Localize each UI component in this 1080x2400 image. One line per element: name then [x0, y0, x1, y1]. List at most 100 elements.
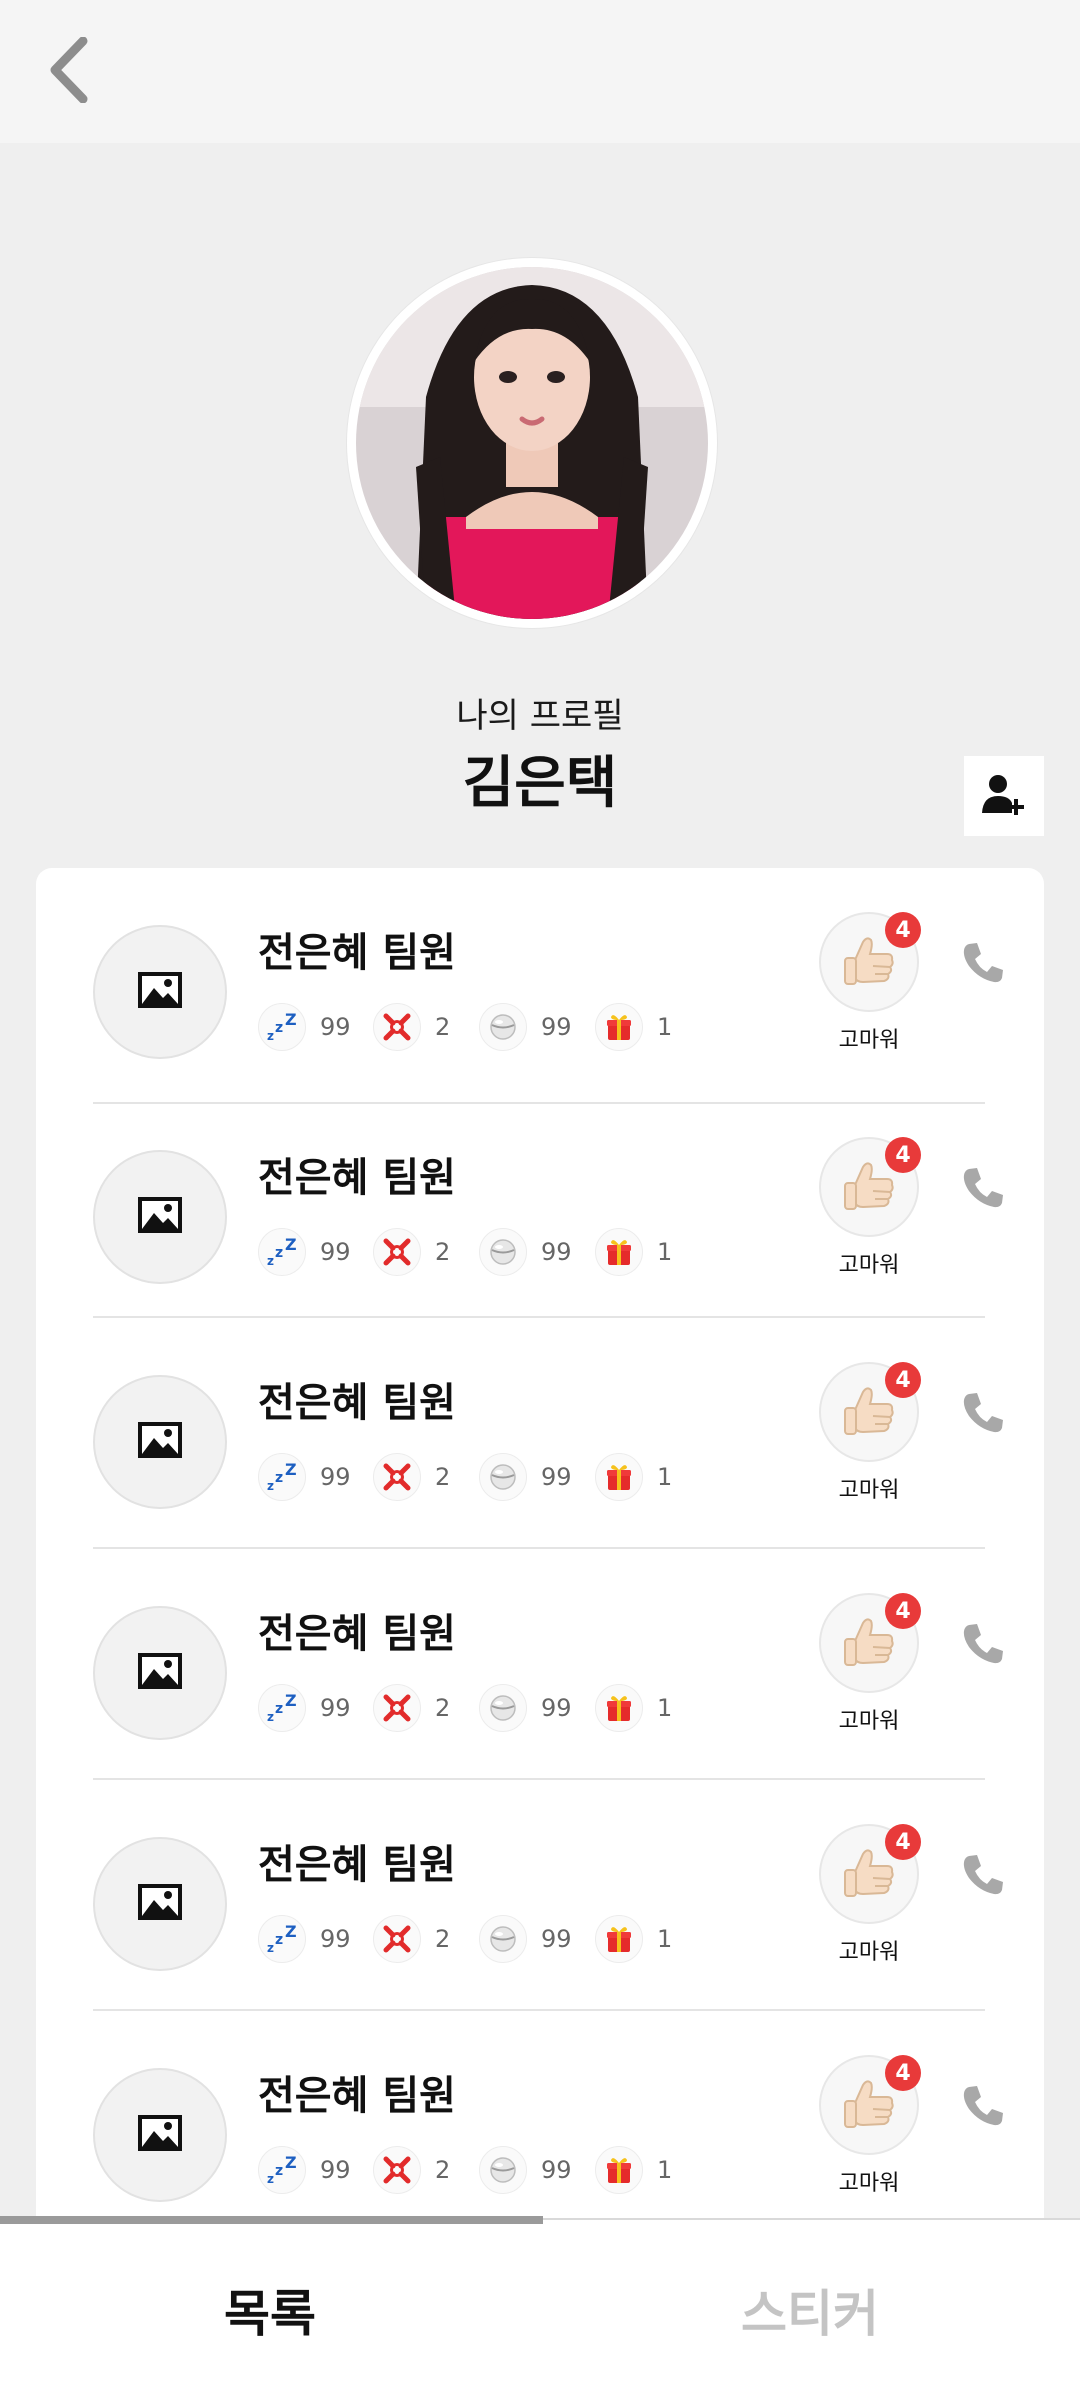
image-placeholder-icon	[137, 1196, 183, 1238]
stat-value: 2	[435, 1013, 451, 1041]
thumbs-up-icon: 4	[819, 1137, 921, 1237]
thanks-button[interactable]: 4 고마워	[819, 1593, 921, 1735]
stat-value: 99	[541, 1694, 572, 1722]
profile-avatar[interactable]	[347, 258, 717, 628]
call-button[interactable]	[953, 2077, 1013, 2137]
stat-value: 99	[541, 1013, 572, 1041]
member-row[interactable]: 전은혜 팀원 z z Z 99 2 99 1 4 고마워	[93, 1318, 1003, 1549]
tab-bar: 목록 스티커	[0, 2216, 1080, 2400]
tab-list[interactable]: 목록	[0, 2220, 540, 2400]
angry-icon	[373, 1453, 421, 1501]
member-name: 전은혜 팀원	[258, 1842, 456, 1888]
stat-value: 99	[541, 2156, 572, 2184]
svg-text:z: z	[267, 1029, 274, 1042]
member-avatar[interactable]	[93, 1837, 227, 1971]
angry-icon	[373, 1228, 421, 1276]
svg-text:Z: Z	[285, 2155, 297, 2172]
thanks-label: 고마워	[838, 1709, 900, 1734]
member-list: 전은혜 팀원 z z Z 99 2 99 1 4 고마워 전은혜 팀원 z z Z 99 2 99 1 4 고마워 전은…	[36, 868, 1044, 2220]
gift-icon	[595, 1003, 643, 1051]
chevron-left-icon	[50, 37, 88, 103]
stat-value: 99	[320, 1925, 351, 1953]
call-button[interactable]	[953, 1846, 1013, 1906]
angry-icon	[373, 1684, 421, 1732]
angry-icon	[373, 1003, 421, 1051]
member-name: 전은혜 팀원	[258, 2073, 456, 2119]
stat-sleep: z z Z 99	[258, 1452, 351, 1502]
svg-text:z: z	[267, 1710, 274, 1723]
image-placeholder-icon	[137, 2114, 183, 2156]
svg-text:Z: Z	[285, 1012, 297, 1029]
member-row[interactable]: 전은혜 팀원 z z Z 99 2 99 1 4 고마워	[93, 1780, 1003, 2011]
thanks-count-badge: 4	[885, 1824, 921, 1860]
thanks-button[interactable]: 4 고마워	[819, 1824, 921, 1966]
stat-angry: 2	[373, 1683, 450, 1733]
stat-gift: 1	[595, 1227, 672, 1277]
stat-value: 2	[435, 1925, 451, 1953]
stat-ball: 99	[479, 1227, 572, 1277]
thumbs-up-icon: 4	[819, 1362, 921, 1462]
stat-value: 1	[657, 2156, 673, 2184]
ball-icon	[479, 1915, 527, 1963]
stat-value: 1	[657, 1013, 673, 1041]
thanks-count-badge: 4	[885, 1593, 921, 1629]
stat-ball: 99	[479, 1914, 572, 1964]
member-avatar[interactable]	[93, 2068, 227, 2202]
thanks-button[interactable]: 4 고마워	[819, 912, 921, 1054]
image-placeholder-icon	[137, 1652, 183, 1694]
thumbs-up-icon: 4	[819, 1824, 921, 1924]
thumbs-up-icon: 4	[819, 1593, 921, 1693]
gift-icon	[595, 1228, 643, 1276]
stat-value: 1	[657, 1463, 673, 1491]
member-avatar[interactable]	[93, 1606, 227, 1740]
member-row[interactable]: 전은혜 팀원 z z Z 99 2 99 1 4 고마워	[93, 1549, 1003, 1780]
sleep-icon: zzZ	[258, 2146, 306, 2194]
stat-value: 99	[320, 2156, 351, 2184]
stat-value: 2	[435, 1238, 451, 1266]
phone-icon	[960, 939, 1006, 989]
stat-sleep: z z Z 99	[258, 2145, 351, 2195]
call-button[interactable]	[953, 1384, 1013, 1444]
back-button[interactable]	[34, 30, 104, 110]
thanks-button[interactable]: 4 고마워	[819, 1362, 921, 1504]
member-avatar[interactable]	[93, 1150, 227, 1284]
thanks-button[interactable]: 4 고마워	[819, 1137, 921, 1279]
member-avatar[interactable]	[93, 1375, 227, 1509]
stat-value: 2	[435, 1694, 451, 1722]
angry-icon	[373, 1915, 421, 1963]
svg-text:z: z	[275, 1020, 283, 1036]
profile-name: 김은택	[462, 751, 618, 816]
call-button[interactable]	[953, 934, 1013, 994]
sleep-icon: zzZ	[258, 1453, 306, 1501]
stat-angry: 2	[373, 1227, 450, 1277]
call-button[interactable]	[953, 1159, 1013, 1219]
svg-text:z: z	[267, 1254, 274, 1267]
sleep-icon: zzZ	[258, 1003, 306, 1051]
member-name: 전은혜 팀원	[258, 1380, 456, 1426]
angry-icon	[373, 2146, 421, 2194]
stat-value: 99	[541, 1925, 572, 1953]
svg-text:z: z	[267, 1941, 274, 1954]
stat-gift: 1	[595, 1002, 672, 1052]
svg-text:z: z	[275, 2163, 283, 2179]
tab-sticker[interactable]: 스티커	[540, 2220, 1080, 2400]
thanks-count-badge: 4	[885, 1137, 921, 1173]
thanks-button[interactable]: 4 고마워	[819, 2055, 921, 2197]
stat-sleep: z z Z 99	[258, 1002, 351, 1052]
member-row[interactable]: 전은혜 팀원 z z Z 99 2 99 1 4 고마워	[93, 2011, 1003, 2220]
call-button[interactable]	[953, 1615, 1013, 1675]
svg-text:z: z	[275, 1470, 283, 1486]
svg-text:z: z	[275, 1701, 283, 1717]
image-placeholder-icon	[137, 1883, 183, 1925]
svg-text:Z: Z	[285, 1924, 297, 1941]
thanks-label: 고마워	[838, 1478, 900, 1503]
member-row[interactable]: 전은혜 팀원 z z Z 99 2 99 1 4 고마워	[93, 1093, 1003, 1318]
member-row[interactable]: 전은혜 팀원 z z Z 99 2 99 1 4 고마워	[93, 868, 1003, 1104]
stat-gift: 1	[595, 1452, 672, 1502]
stat-ball: 99	[479, 1683, 572, 1733]
member-avatar[interactable]	[93, 925, 227, 1059]
svg-text:z: z	[267, 1479, 274, 1492]
gift-icon	[595, 2146, 643, 2194]
stat-gift: 1	[595, 2145, 672, 2195]
add-friend-button[interactable]	[964, 756, 1044, 836]
